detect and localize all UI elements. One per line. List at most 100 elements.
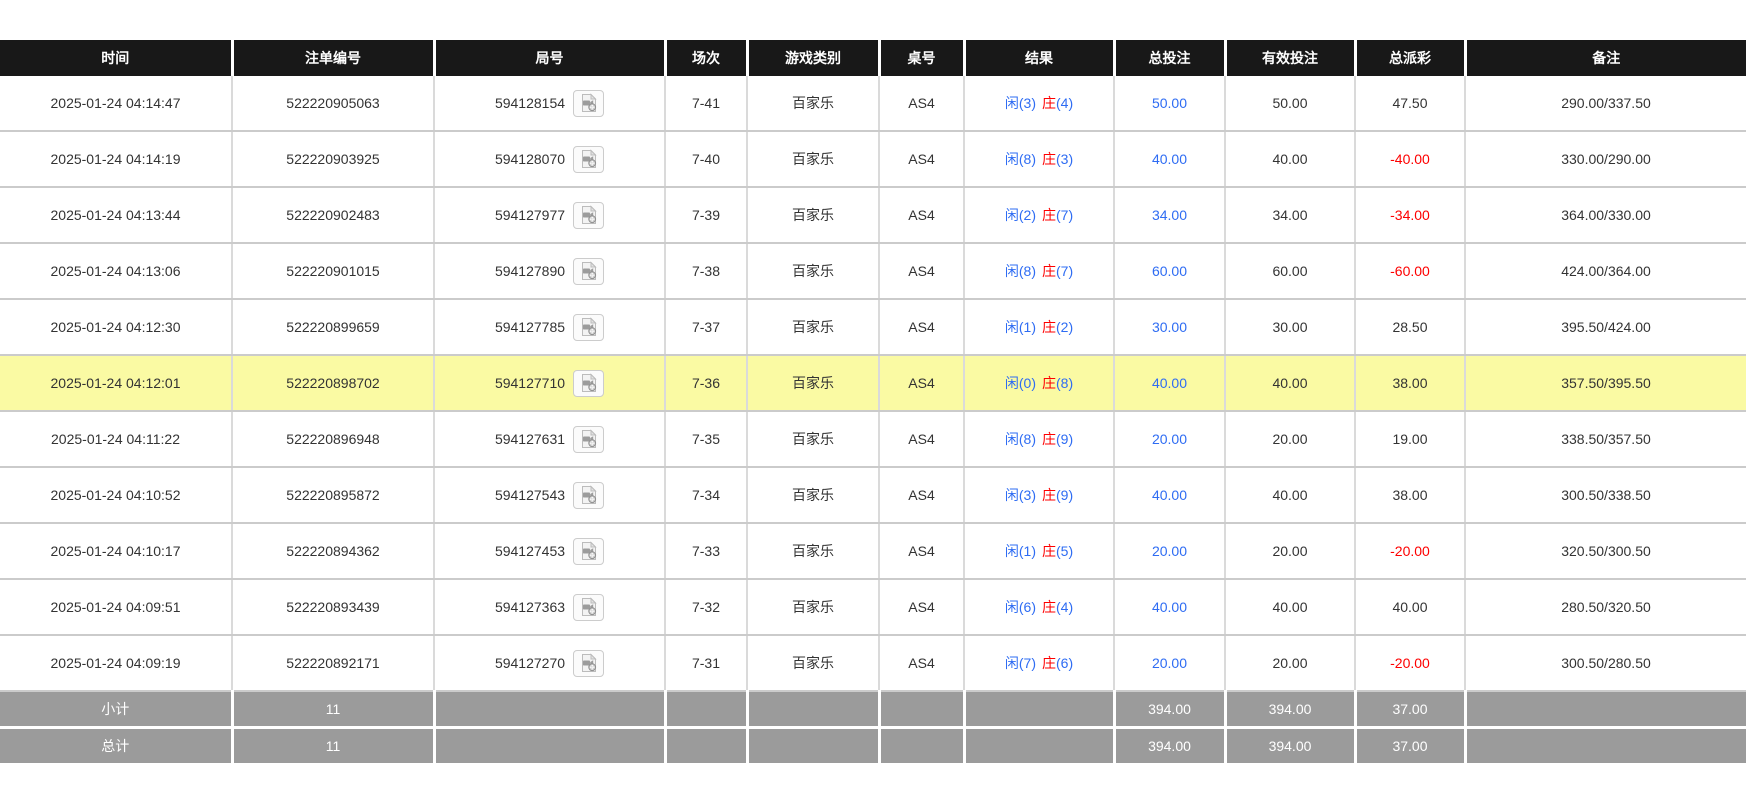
payout-cell: 28.50 — [1355, 299, 1465, 355]
record-row[interactable]: 2025-01-24 04:12:30 522220899659 5941277… — [0, 299, 1746, 355]
video-replay-button[interactable] — [573, 650, 604, 677]
result-banker-label: 庄 — [1042, 263, 1056, 279]
result-banker-points: (6) — [1056, 655, 1073, 671]
payout-cell: 38.00 — [1355, 467, 1465, 523]
total-bet-link[interactable]: 50.00 — [1152, 95, 1187, 111]
result-player: 闲(8) — [1005, 263, 1036, 279]
total-bet-link[interactable]: 34.00 — [1152, 207, 1187, 223]
result-cell: 闲(6)庄(4) — [964, 579, 1114, 635]
payout-cell: 38.00 — [1355, 355, 1465, 411]
bet-id-cell: 522220903925 — [232, 131, 434, 187]
bet-id-cell: 522220893439 — [232, 579, 434, 635]
game-type-cell: 百家乐 — [747, 579, 879, 635]
game-type-cell: 百家乐 — [747, 243, 879, 299]
table-no-cell: AS4 — [879, 76, 964, 131]
total-spacer — [665, 728, 747, 764]
session-cell: 7-31 — [665, 635, 747, 691]
session-cell: 7-33 — [665, 523, 747, 579]
valid-bet-cell: 60.00 — [1225, 243, 1355, 299]
subtotal-spacer — [964, 691, 1114, 728]
result-banker-points: (9) — [1056, 487, 1073, 503]
record-row[interactable]: 2025-01-24 04:11:22 522220896948 5941276… — [0, 411, 1746, 467]
time-cell: 2025-01-24 04:14:47 — [0, 76, 232, 131]
subtotal-count: 11 — [232, 691, 434, 728]
total-bet-link[interactable]: 60.00 — [1152, 263, 1187, 279]
table-no-cell: AS4 — [879, 579, 964, 635]
game-type-cell: 百家乐 — [747, 355, 879, 411]
video-replay-button[interactable] — [573, 146, 604, 173]
remark-cell: 364.00/330.00 — [1465, 187, 1746, 243]
video-replay-icon — [579, 317, 599, 337]
total-bet-link[interactable]: 40.00 — [1152, 151, 1187, 167]
video-replay-button[interactable] — [573, 90, 604, 117]
bet-id-cell: 522220898702 — [232, 355, 434, 411]
record-row[interactable]: 2025-01-24 04:13:44 522220902483 5941279… — [0, 187, 1746, 243]
video-replay-button[interactable] — [573, 594, 604, 621]
total-bet-link[interactable]: 20.00 — [1152, 431, 1187, 447]
video-replay-icon — [579, 429, 599, 449]
round-id-value: 594127977 — [495, 207, 565, 223]
col-header-session: 场次 — [665, 40, 747, 76]
session-cell: 7-36 — [665, 355, 747, 411]
valid-bet-cell: 40.00 — [1225, 467, 1355, 523]
col-header-table-no: 桌号 — [879, 40, 964, 76]
video-replay-button[interactable] — [573, 426, 604, 453]
record-row[interactable]: 2025-01-24 04:13:06 522220901015 5941278… — [0, 243, 1746, 299]
total-bet-link[interactable]: 40.00 — [1152, 487, 1187, 503]
total-bet-link[interactable]: 30.00 — [1152, 319, 1187, 335]
total-bet-link[interactable]: 40.00 — [1152, 599, 1187, 615]
video-replay-icon — [579, 205, 599, 225]
video-replay-button[interactable] — [573, 202, 604, 229]
total-bet-link[interactable]: 20.00 — [1152, 543, 1187, 559]
record-row[interactable]: 2025-01-24 04:12:01 522220898702 5941277… — [0, 355, 1746, 411]
result-banker-points: (3) — [1056, 151, 1073, 167]
round-id-value: 594127890 — [495, 263, 565, 279]
video-replay-button[interactable] — [573, 314, 604, 341]
valid-bet-cell: 50.00 — [1225, 76, 1355, 131]
round-id-cell: 594128154 — [434, 76, 665, 131]
table-no-cell: AS4 — [879, 523, 964, 579]
col-header-bet-id: 注单编号 — [232, 40, 434, 76]
video-replay-button[interactable] — [573, 258, 604, 285]
record-row[interactable]: 2025-01-24 04:14:19 522220903925 5941280… — [0, 131, 1746, 187]
video-replay-button[interactable] — [573, 538, 604, 565]
remark-cell: 357.50/395.50 — [1465, 355, 1746, 411]
total-bet-cell: 34.00 — [1114, 187, 1225, 243]
total-bet-cell: 60.00 — [1114, 243, 1225, 299]
total-bet-link[interactable]: 20.00 — [1152, 655, 1187, 671]
result-cell: 闲(8)庄(9) — [964, 411, 1114, 467]
table-header: 时间 注单编号 局号 场次 游戏类别 桌号 结果 总投注 有效投注 总派彩 备注 — [0, 40, 1746, 76]
time-cell: 2025-01-24 04:13:06 — [0, 243, 232, 299]
round-id-cell: 594127785 — [434, 299, 665, 355]
total-label: 总计 — [0, 728, 232, 764]
record-row[interactable]: 2025-01-24 04:10:17 522220894362 5941274… — [0, 523, 1746, 579]
result-player: 闲(3) — [1005, 95, 1036, 111]
result-banker-label: 庄 — [1042, 431, 1056, 447]
remark-cell: 338.50/357.50 — [1465, 411, 1746, 467]
time-cell: 2025-01-24 04:12:01 — [0, 355, 232, 411]
round-id-cell: 594127977 — [434, 187, 665, 243]
result-cell: 闲(3)庄(9) — [964, 467, 1114, 523]
payout-cell: -20.00 — [1355, 523, 1465, 579]
col-header-payout: 总派彩 — [1355, 40, 1465, 76]
subtotal-row: 小计 11 394.00 394.00 37.00 — [0, 691, 1746, 728]
video-replay-button[interactable] — [573, 370, 604, 397]
result-player: 闲(8) — [1005, 151, 1036, 167]
col-header-result: 结果 — [964, 40, 1114, 76]
table-no-cell: AS4 — [879, 467, 964, 523]
bet-id-cell: 522220895872 — [232, 467, 434, 523]
payout-cell: 40.00 — [1355, 579, 1465, 635]
total-bet-link[interactable]: 40.00 — [1152, 375, 1187, 391]
record-row[interactable]: 2025-01-24 04:10:52 522220895872 5941275… — [0, 467, 1746, 523]
round-id-cell: 594127631 — [434, 411, 665, 467]
video-replay-button[interactable] — [573, 482, 604, 509]
game-type-cell: 百家乐 — [747, 299, 879, 355]
session-cell: 7-39 — [665, 187, 747, 243]
result-player: 闲(2) — [1005, 207, 1036, 223]
game-type-cell: 百家乐 — [747, 523, 879, 579]
record-row[interactable]: 2025-01-24 04:14:47 522220905063 5941281… — [0, 76, 1746, 131]
subtotal-label: 小计 — [0, 691, 232, 728]
result-banker-points: (9) — [1056, 431, 1073, 447]
record-row[interactable]: 2025-01-24 04:09:19 522220892171 5941272… — [0, 635, 1746, 691]
record-row[interactable]: 2025-01-24 04:09:51 522220893439 5941273… — [0, 579, 1746, 635]
